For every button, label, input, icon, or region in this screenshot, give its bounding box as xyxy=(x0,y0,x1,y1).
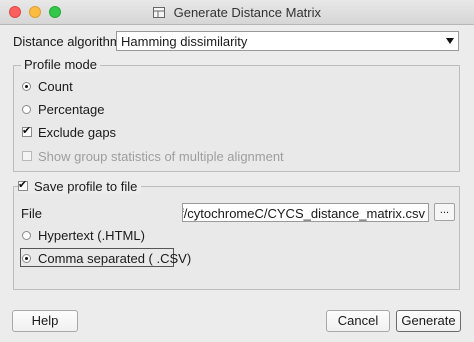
distance-algorithm-select[interactable]: Hamming dissimilarity xyxy=(116,31,459,51)
checkmark-icon: ✔ xyxy=(22,125,32,137)
csv-radio[interactable] xyxy=(22,254,31,263)
distance-algorithm-label: Distance algorithm xyxy=(13,34,121,49)
exclude-gaps-checkbox[interactable]: ✔ xyxy=(22,125,32,137)
save-profile-checkbox[interactable]: ✔ xyxy=(18,179,28,191)
save-profile-option[interactable]: ✔ Save profile to file xyxy=(18,179,142,194)
hypertext-label: Hypertext (.HTML) xyxy=(38,228,145,243)
app-icon xyxy=(152,7,165,18)
window-title: Generate Distance Matrix xyxy=(173,5,322,20)
hypertext-radio[interactable] xyxy=(22,231,31,240)
distance-algorithm-value: Hamming dissimilarity xyxy=(121,34,248,49)
help-button[interactable]: Help xyxy=(12,310,78,332)
file-path-input[interactable]: stuff/cytochromeC/CYCS_distance_matrix.c… xyxy=(182,203,429,222)
count-radio[interactable] xyxy=(22,82,31,91)
group-stats-label: Show group statistics of multiple alignm… xyxy=(38,149,284,164)
browse-button[interactable]: ... xyxy=(434,203,455,221)
file-path-value: stuff/cytochromeC/CYCS_distance_matrix.c… xyxy=(182,206,425,221)
window-title-wrap: Generate Distance Matrix xyxy=(0,5,474,20)
checkmark-icon: ✔ xyxy=(18,179,28,191)
count-label: Count xyxy=(38,79,73,94)
percentage-radio[interactable] xyxy=(22,105,31,114)
dialog-window: Generate Distance Matrix Distance algori… xyxy=(0,0,474,342)
csv-label: Comma separated ( .CSV) xyxy=(38,251,192,266)
percentage-label: Percentage xyxy=(38,102,105,117)
chevron-down-icon xyxy=(446,38,454,44)
group-stats-checkbox xyxy=(22,151,32,161)
save-profile-label: Save profile to file xyxy=(34,179,138,194)
cancel-button[interactable]: Cancel xyxy=(326,310,390,332)
title-bar: Generate Distance Matrix xyxy=(0,0,474,25)
exclude-gaps-label: Exclude gaps xyxy=(38,125,117,140)
file-label: File xyxy=(21,206,42,221)
generate-button[interactable]: Generate xyxy=(396,310,461,332)
profile-mode-title: Profile mode xyxy=(21,57,100,72)
